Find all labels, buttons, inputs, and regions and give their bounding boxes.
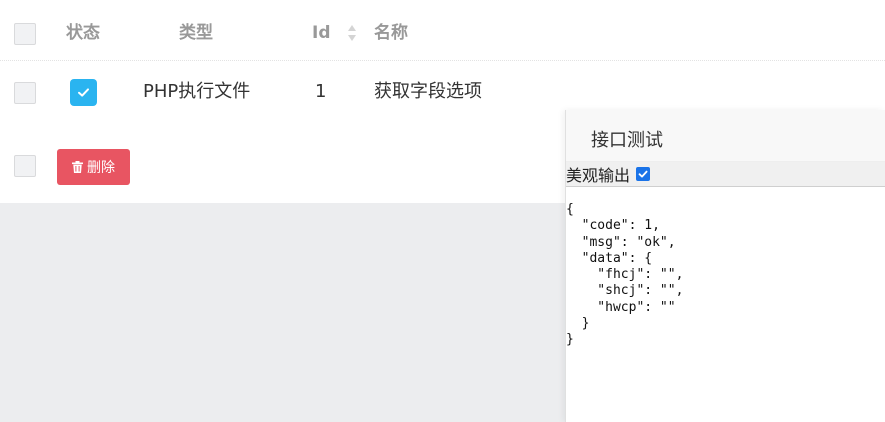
sort-icon[interactable]	[346, 23, 358, 43]
panel-header: 接口测试	[566, 110, 885, 162]
header-status[interactable]: 状态	[66, 22, 100, 44]
pretty-output-label: 美观输出	[566, 166, 631, 185]
pretty-output-checkbox[interactable]	[636, 167, 651, 181]
header-name[interactable]: 名称	[374, 22, 408, 44]
header-divider	[0, 60, 885, 61]
check-icon	[78, 88, 89, 97]
api-test-panel: 接口测试 美观输出 { "code": 1, "msg": "ok", "dat…	[565, 110, 885, 422]
type-cell: PHP执行文件	[143, 81, 251, 102]
check-icon	[638, 170, 648, 178]
trash-icon	[72, 161, 83, 173]
select-all-checkbox[interactable]	[14, 23, 36, 45]
name-cell: 获取字段选项	[374, 81, 482, 102]
delete-button[interactable]: 删除	[57, 149, 130, 185]
id-cell: 1	[315, 81, 327, 102]
row-checkbox[interactable]	[14, 82, 36, 104]
status-toggle[interactable]	[70, 79, 97, 106]
bulk-select-checkbox[interactable]	[14, 155, 36, 177]
delete-button-label: 删除	[87, 160, 115, 176]
pretty-output-row: 美观输出	[566, 162, 885, 187]
json-output: { "code": 1, "msg": "ok", "data": { "fhc…	[566, 202, 684, 348]
panel-title: 接口测试	[591, 130, 663, 151]
header-id[interactable]: Id	[312, 22, 331, 44]
header-type[interactable]: 类型	[179, 22, 213, 44]
